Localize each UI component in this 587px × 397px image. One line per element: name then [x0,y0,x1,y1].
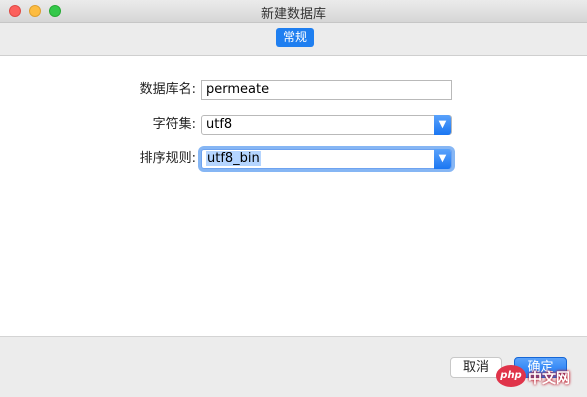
collation-select[interactable]: utf8_bin ▼ [201,149,452,169]
window-title: 新建数据库 [260,7,326,22]
watermark-logo: php 中文网 [496,365,586,391]
tab-general[interactable]: 常规 [276,28,315,47]
charset-value: utf8 [206,117,233,132]
watermark-text: 中文网 [528,371,570,387]
chevron-down-icon[interactable]: ▼ [434,115,451,135]
title-bar: 新建数据库 [0,0,587,23]
collation-value: utf8_bin [206,151,261,166]
db-name-input[interactable]: permeate [201,80,452,100]
db-name-label: 数据库名: [139,82,196,97]
form-panel: 数据库名: permeate 字符集: utf8 ▼ 排序规则: utf8_bi… [0,56,587,336]
charset-select[interactable]: utf8 ▼ [201,115,452,135]
chevron-down-icon[interactable]: ▼ [434,149,451,169]
cancel-button[interactable]: 取消 [450,357,502,378]
collation-label: 排序规则: [139,151,196,166]
new-database-dialog: 新建数据库 常规 数据库名: permeate 字符集: utf8 ▼ 排序规则… [0,0,587,397]
charset-label: 字符集: [152,117,196,132]
php-logo-icon: php [496,365,526,387]
tab-bar: 常规 [0,23,587,56]
